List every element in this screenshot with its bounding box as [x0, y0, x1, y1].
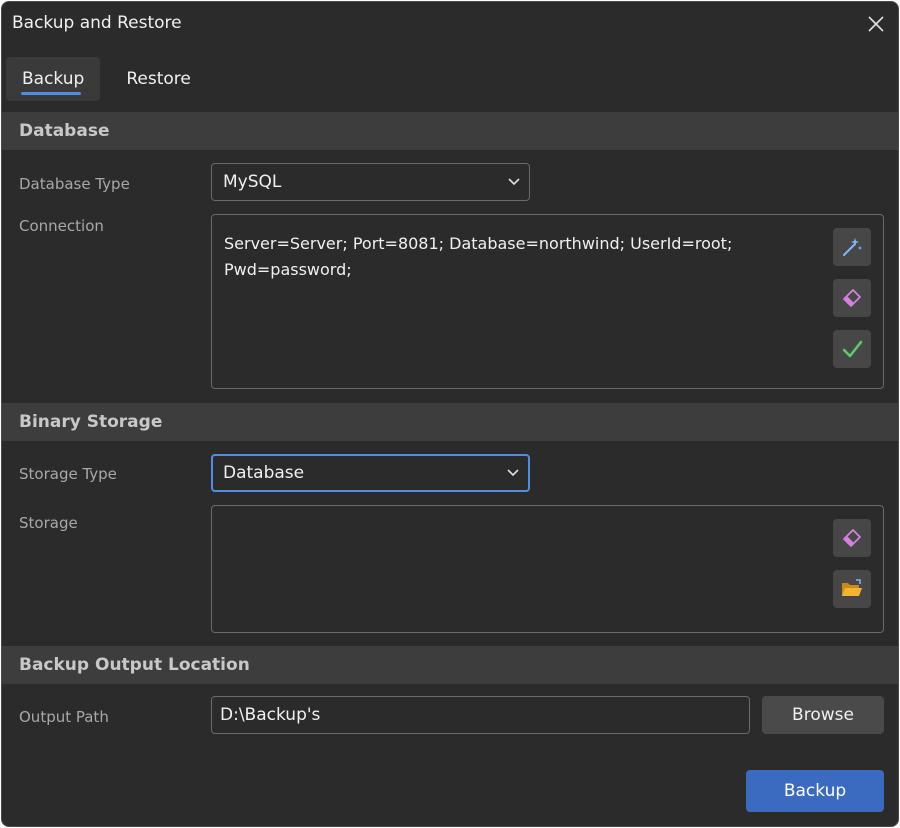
tab-restore[interactable]: Restore — [110, 57, 207, 101]
window-title: Backup and Restore — [12, 13, 182, 33]
database-type-label: Database Type — [19, 175, 130, 193]
eraser-icon — [843, 529, 861, 547]
backup-restore-dialog: Backup and Restore Backup Restore Databa… — [1, 1, 899, 827]
eraser-icon — [843, 289, 861, 307]
connection-string: Server=Server; Port=8081; Database=north… — [224, 231, 824, 283]
tab-bar: Backup Restore — [6, 57, 207, 101]
folder-open-icon — [842, 579, 862, 596]
magic-wand-icon — [843, 238, 862, 256]
tab-backup[interactable]: Backup — [6, 57, 101, 101]
output-path-label: Output Path — [19, 708, 109, 726]
connection-builder-button[interactable] — [833, 228, 871, 266]
connection-line-2: Pwd=password; — [224, 260, 352, 279]
storage-type-label: Storage Type — [19, 465, 117, 483]
chevron-down-icon — [506, 466, 520, 480]
connection-textarea[interactable]: Server=Server; Port=8081; Database=north… — [211, 214, 884, 389]
connection-label: Connection — [19, 217, 104, 235]
storage-label: Storage — [19, 514, 78, 532]
database-section-header: Database — [2, 112, 898, 150]
storage-type-select[interactable]: Database — [211, 454, 530, 492]
close-button[interactable] — [862, 10, 890, 38]
database-type-select[interactable]: MySQL — [211, 163, 530, 201]
clear-connection-button[interactable] — [833, 279, 871, 317]
backup-button[interactable]: Backup — [746, 770, 884, 812]
connection-line-1: Server=Server; Port=8081; Database=north… — [224, 234, 733, 253]
test-connection-button[interactable] — [833, 330, 871, 368]
chevron-down-icon — [507, 175, 521, 189]
database-type-value: MySQL — [223, 172, 282, 192]
browse-button[interactable]: Browse — [762, 696, 884, 734]
clear-storage-button[interactable] — [833, 519, 871, 557]
checkmark-icon — [842, 340, 863, 358]
title-bar: Backup and Restore — [2, 2, 898, 46]
storage-textarea[interactable] — [211, 505, 884, 633]
storage-type-value: Database — [223, 463, 305, 483]
close-icon — [868, 16, 884, 32]
binary-storage-section-header: Binary Storage — [2, 403, 898, 441]
output-section-header: Backup Output Location — [2, 646, 898, 684]
open-storage-folder-button[interactable] — [833, 570, 871, 608]
output-path-input[interactable]: D:\Backup's — [211, 696, 750, 734]
